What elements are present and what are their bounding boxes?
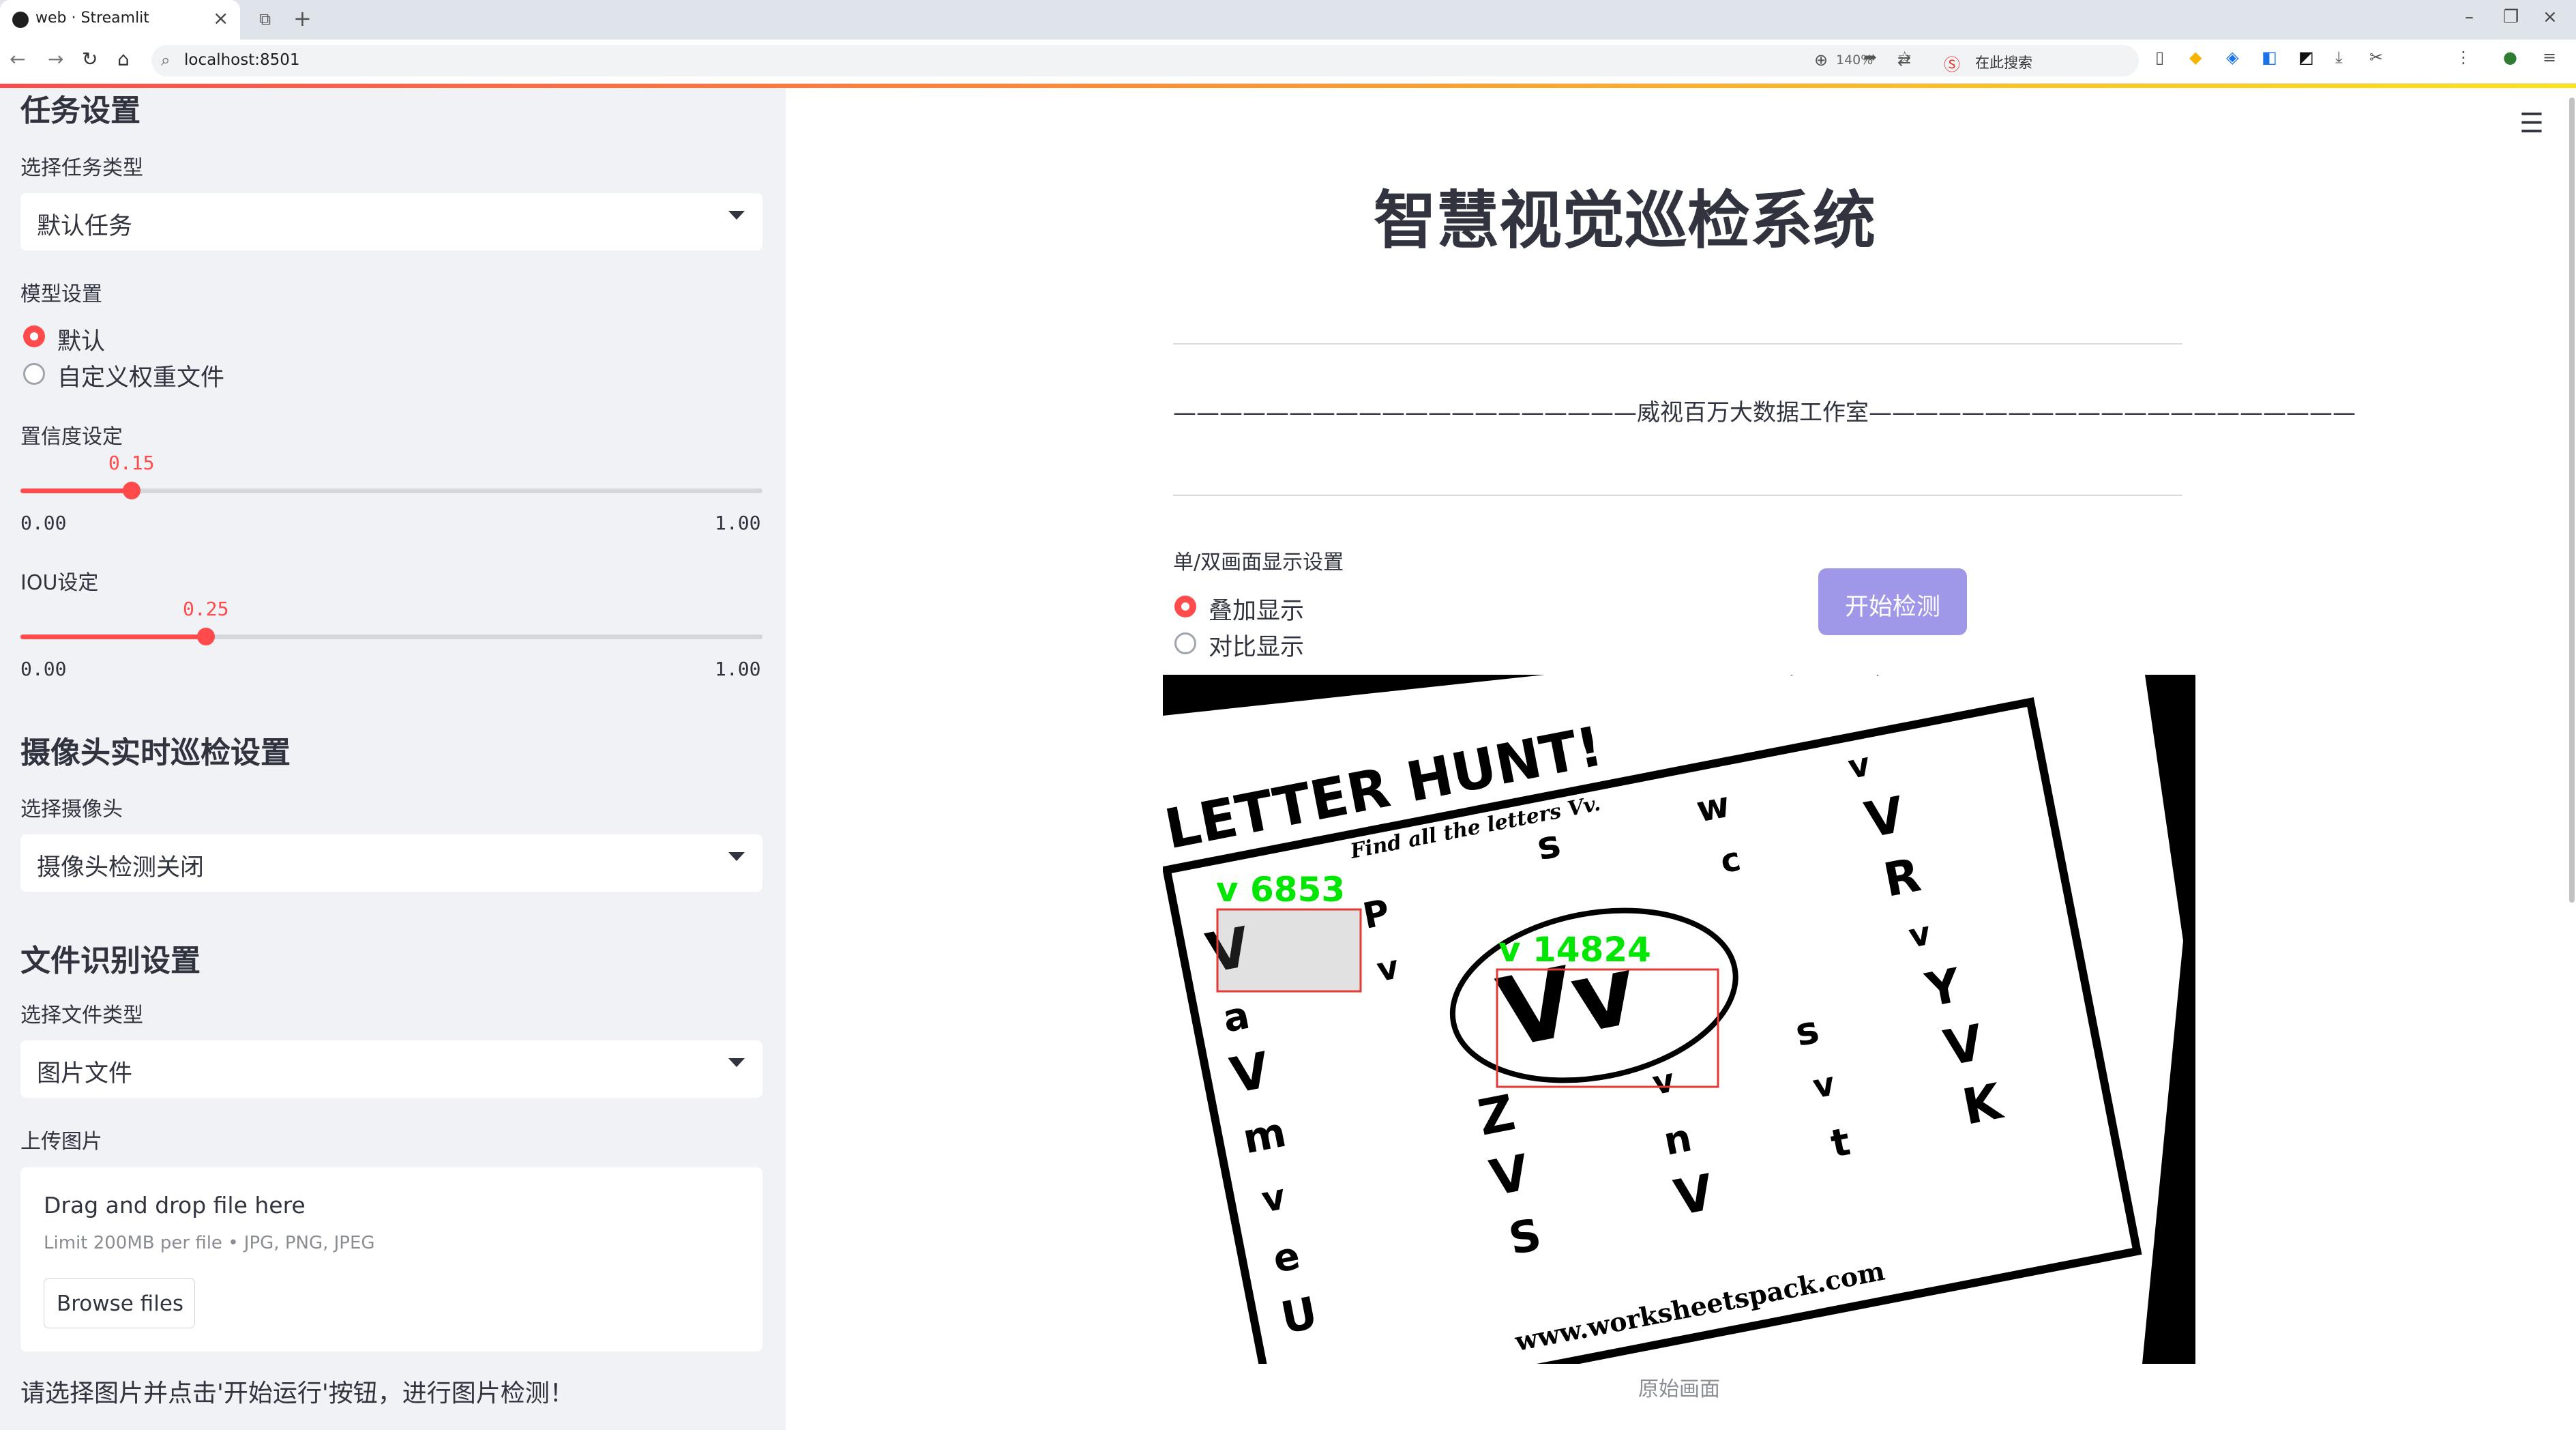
file-type-value: 图片文件: [37, 1060, 133, 1088]
more-menu-icon[interactable]: ⋮: [2455, 48, 2472, 67]
zoom-icon[interactable]: ⊕: [1814, 50, 1828, 70]
browse-files-button[interactable]: Browse files: [44, 1278, 195, 1328]
task-type-select[interactable]: 默认任务: [20, 193, 763, 250]
file-dropzone[interactable]: Drag and drop file here Limit 200MB per …: [20, 1167, 763, 1352]
iou-max: 1.00: [715, 658, 761, 680]
iou-slider[interactable]: 0.25: [20, 598, 763, 645]
confidence-slider[interactable]: 0.15: [20, 452, 763, 499]
task-settings-heading: 任务设置: [20, 93, 140, 128]
screenshot-scissors-icon[interactable]: ✂: [2369, 48, 2383, 67]
iou-value: 0.25: [183, 598, 229, 620]
url-search-icon: ⌕: [161, 50, 171, 70]
task-type-value: 默认任务: [37, 213, 133, 240]
iou-slider-thumb[interactable]: [197, 628, 215, 645]
image-caption: 原始画面: [1638, 1377, 1720, 1401]
model-option-custom-label: 自定义权重文件: [57, 364, 225, 392]
browser-tab-bar: web · Streamlit × ⧉ + – ❐ ×: [0, 0, 2576, 40]
display-mode-label: 单/双画面显示设置: [1173, 551, 1344, 574]
display-option-compare-label: 对比显示: [1209, 634, 1305, 661]
file-settings-heading: 文件识别设置: [20, 944, 201, 978]
file-type-label: 选择文件类型: [20, 1004, 143, 1027]
display-radio-overlay[interactable]: [1174, 596, 1196, 617]
forward-icon[interactable]: →: [48, 48, 63, 70]
tab-title: web · Streamlit: [35, 10, 149, 27]
streamlit-favicon-icon: [12, 12, 29, 28]
model-radio-custom[interactable]: [23, 363, 45, 385]
search-field[interactable]: Ⓢ 在此搜索: [1934, 45, 2139, 76]
detection-image: LETTER HUNT! Find all the letters Vv. V …: [1163, 675, 2195, 1364]
camera-settings-heading: 摄像头实时巡检设置: [20, 735, 291, 770]
divider-top: [1173, 343, 2182, 345]
window-close-icon[interactable]: ×: [2543, 7, 2558, 27]
iou-slider-fill: [20, 634, 206, 639]
header-decoration: [0, 84, 2576, 88]
new-tab-icon[interactable]: +: [293, 5, 312, 31]
tab-close-icon[interactable]: ×: [213, 7, 228, 29]
iou-min: 0.00: [20, 658, 67, 680]
detection-label-2: v 14824: [1498, 930, 1651, 969]
confidence-label: 置信度设定: [20, 425, 123, 449]
start-detection-label: 开始检测: [1844, 594, 1940, 621]
streamlit-app: 任务设置 选择任务类型 默认任务 模型设置 默认 自定义权重文件 置信度设定 0…: [0, 84, 2576, 1430]
reload-icon[interactable]: ↻: [82, 48, 98, 70]
search-engine-icon: Ⓢ: [1944, 55, 1960, 74]
model-settings-label: 模型设置: [20, 282, 102, 306]
confidence-slider-fill: [20, 488, 132, 493]
profile-avatar-icon[interactable]: ●: [2503, 48, 2517, 67]
pinned-extension-icon-2[interactable]: ◈: [2226, 48, 2238, 67]
letter-col1-4: m: [1239, 1109, 1290, 1164]
upload-hint: 请选择图片并点击'开始运行'按钮，进行图片检测！: [20, 1380, 574, 1407]
file-type-select[interactable]: 图片文件: [20, 1040, 763, 1098]
browse-files-label: Browse files: [56, 1292, 184, 1316]
pinned-extension-icon-1[interactable]: ◆: [2189, 48, 2202, 67]
task-type-label: 选择任务类型: [20, 156, 143, 180]
iou-label: IOU设定: [20, 571, 99, 595]
tab-group-icon[interactable]: ⧉: [259, 10, 271, 29]
restore-icon[interactable]: ❐: [2503, 7, 2519, 27]
detection-box-1: [1216, 908, 1362, 993]
studio-banner: ————————————————————威视百万大数据工作室——————————…: [1173, 399, 2356, 426]
home-icon[interactable]: ⌂: [117, 48, 130, 70]
chevron-down-icon: [728, 211, 745, 220]
search-hint: 在此搜索: [1975, 55, 2032, 71]
dropzone-title: Drag and drop file here: [44, 1192, 306, 1219]
start-detection-button[interactable]: 开始检测: [1818, 568, 1967, 635]
browser-tab[interactable]: web · Streamlit ×: [0, 0, 240, 40]
reading-mode-icon[interactable]: ▯: [2155, 48, 2164, 67]
page-title: 智慧视觉巡检系统: [1373, 184, 1876, 257]
browser-menu-icon[interactable]: ≡: [2543, 48, 2556, 67]
confidence-value: 0.15: [108, 452, 155, 474]
dropzone-limit: Limit 200MB per file • JPG, PNG, JPEG: [44, 1233, 375, 1253]
pinned-extension-icon-4[interactable]: ◩: [2298, 48, 2314, 67]
hamburger-menu-icon[interactable]: ☰: [2519, 108, 2544, 139]
detection-image-svg: LETTER HUNT! Find all the letters Vv. V …: [1163, 675, 2195, 1364]
download-icon[interactable]: ⤓: [2335, 48, 2343, 67]
chevron-down-icon: [728, 1058, 745, 1067]
model-radio-default[interactable]: [23, 325, 45, 347]
scrollbar[interactable]: [2569, 98, 2575, 903]
minimize-icon[interactable]: –: [2465, 7, 2474, 27]
address-bar-row: ← → ↻ ⌂ ⌕ localhost:8501 ⊕ 140% ⇄ ϟ ◫ ➦ …: [0, 40, 2576, 84]
main-content: ☰ 智慧视觉巡检系统 ————————————————————威视百万大数据工作…: [786, 84, 2576, 1430]
pinned-extension-icon-3[interactable]: ◧: [2262, 48, 2277, 67]
camera-select[interactable]: 摄像头检测关闭: [20, 834, 763, 892]
share-icon[interactable]: ➦: [1863, 48, 1877, 67]
sidebar: 任务设置 选择任务类型 默认任务 模型设置 默认 自定义权重文件 置信度设定 0…: [0, 84, 786, 1430]
display-option-overlay-label: 叠加显示: [1209, 598, 1305, 625]
model-option-default-label: 默认: [57, 328, 106, 355]
bookmark-star-icon[interactable]: ☆: [1897, 48, 1912, 67]
upload-label: 上传图片: [20, 1130, 102, 1154]
confidence-slider-thumb[interactable]: [123, 482, 140, 499]
detection-label-1: v 6853: [1216, 870, 1345, 909]
url-text: localhost:8501: [184, 51, 300, 69]
camera-select-value: 摄像头检测关闭: [37, 854, 205, 881]
url-field[interactable]: ⌕ localhost:8501 ⊕ 140% ⇄ ϟ ◫: [151, 45, 1993, 76]
back-icon[interactable]: ←: [10, 48, 25, 70]
confidence-max: 1.00: [715, 512, 761, 534]
chevron-down-icon: [728, 852, 745, 861]
divider-bottom: [1173, 495, 2182, 496]
confidence-min: 0.00: [20, 512, 67, 534]
camera-select-label: 选择摄像头: [20, 798, 123, 821]
display-radio-compare[interactable]: [1174, 632, 1196, 654]
